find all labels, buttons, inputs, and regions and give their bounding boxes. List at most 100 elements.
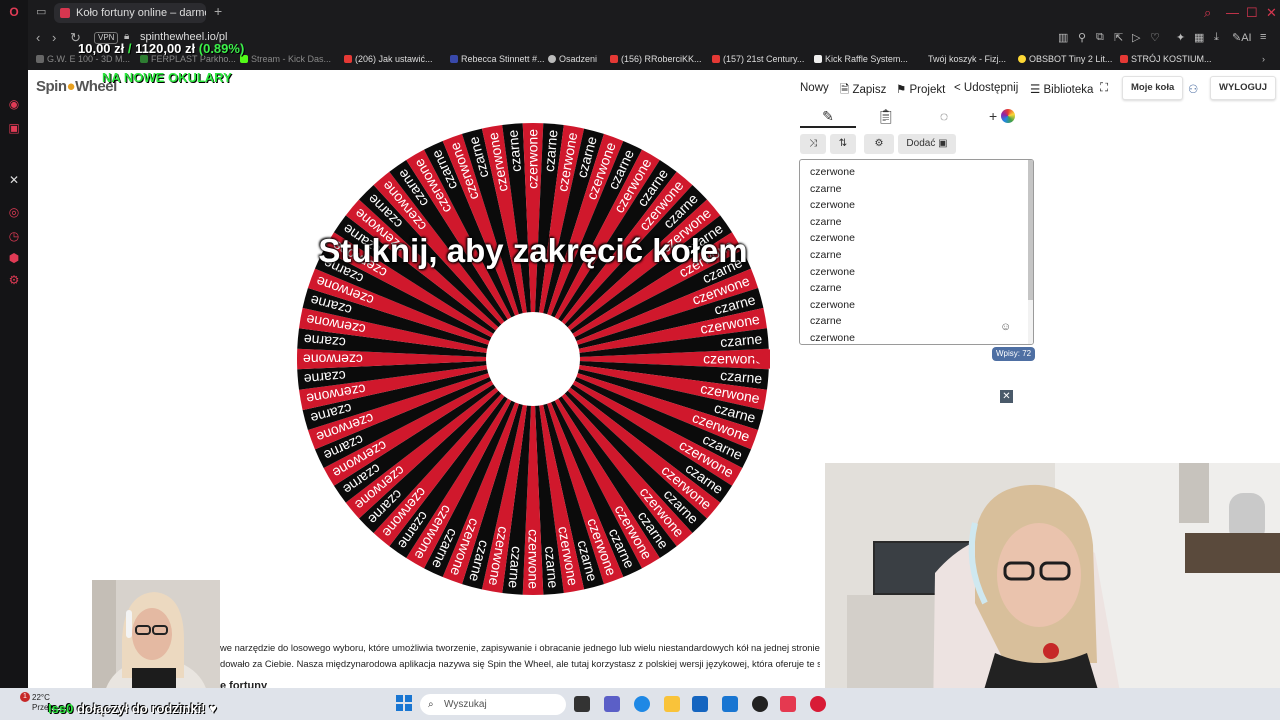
webcam-main [825,463,1280,720]
entries-count-badge: Wpisy: 72 [992,347,1036,361]
extension-icon[interactable]: ▦ [1194,31,1204,44]
close-icon[interactable]: ✕ [1000,390,1013,403]
fullscreen-icon[interactable]: ⛶ [1100,82,1108,95]
project-button[interactable]: ⚑ Projekt [896,82,945,96]
shuffle-icon: ⤨ [809,138,817,149]
pencil-icon: ✎ [822,108,834,124]
x-app-icon[interactable]: ✕ [6,172,22,188]
search-icon: ⌕ [428,699,434,710]
settings-icon[interactable]: ⚙ [6,272,22,288]
bookmark-item[interactable]: (206) Jak ustawić... [344,54,433,64]
webcam-person-image [92,580,220,698]
app-icon[interactable] [780,696,796,712]
windows-start-icon[interactable] [396,695,412,711]
maximize-icon[interactable]: ☐ [1246,5,1258,21]
opera-icon[interactable] [810,696,826,712]
share-button[interactable]: < Udostępnij [954,82,1018,94]
ai-icon[interactable]: ✎AI [1232,31,1252,44]
wheel-segment-label: czerwone [525,129,541,189]
wheel-center-hub[interactable] [486,312,580,406]
bookmark-item[interactable]: (157) 21st Century... [712,54,804,64]
bookmark-item[interactable]: Osadzeni [548,54,597,64]
description-text: we narzędzie do losowego wyboru, które u… [220,642,820,669]
taskbar-search[interactable]: ⌕ Wyszukaj [420,694,566,715]
entry-line: czarne [810,282,842,295]
new-button[interactable]: Nowy [800,82,829,94]
new-tab-button[interactable]: + [214,3,222,19]
minimize-icon[interactable]: — [1226,5,1239,20]
sidebar-app-icon[interactable]: ◎ [6,204,22,220]
section-heading: e fortuny [220,680,268,688]
bookmark-item[interactable]: STRÓJ KOSTIUM... [1120,54,1212,64]
entries-textarea[interactable]: czerwone czarne czerwone czarne czerwone… [799,159,1034,345]
add-image-button[interactable]: Dodać ▣ [898,134,956,154]
file-explorer-icon[interactable] [664,696,680,712]
sidebar-app-icon[interactable]: ▣ [6,120,22,136]
shuffle-button[interactable]: ⤨ [800,134,826,154]
edge-icon[interactable] [634,696,650,712]
snapshot-icon[interactable]: ⧉ [1096,31,1104,44]
wheel-segment-label: czerwone [526,529,542,589]
emoji-icon[interactable]: ☺ [1000,321,1011,333]
entry-line: czarne [810,215,842,228]
bookmark-item[interactable]: Rebecca Stinnett #... [450,54,545,64]
clock-icon[interactable]: ◷ [6,228,22,244]
tab-results[interactable]: 📋︎ [858,108,914,125]
extensions-icon[interactable]: ✦ [1176,31,1185,44]
outlook-icon[interactable] [722,696,738,712]
tab-menu-icon[interactable]: ▭ [36,5,46,18]
clipboard-icon: 📋︎ [877,108,895,124]
search-tabs-icon[interactable]: ⌕ [1204,5,1211,21]
entry-line: czerwone [810,265,855,278]
my-wheels-button[interactable]: Moje koła [1122,76,1184,100]
account-icon[interactable]: ⚇ [1188,82,1198,96]
download-icon[interactable]: ⤓ [1214,31,1219,44]
app-icon[interactable] [752,696,768,712]
scrollbar-thumb[interactable] [1028,160,1033,300]
tap-to-spin-text[interactable]: Stuknij, aby zakręcić kołem [258,232,808,270]
entries-scrollbar[interactable] [1028,160,1033,344]
teams-icon[interactable] [604,696,620,712]
task-view-icon[interactable] [574,696,590,712]
close-window-icon[interactable]: ✕ [1266,5,1277,21]
bookmark-item[interactable]: Kick Raffle System... [814,54,908,64]
tab-bar: ▭ Koło fortuny online – darmo + ⌕ — ☐ ✕ [28,0,1280,26]
goal-title: NA NOWE OKULARY [102,70,232,85]
heart-icon[interactable]: ♡ [1150,31,1160,44]
tab-hidden[interactable]: ◌ [916,108,972,124]
opera-logo-icon[interactable]: O [6,4,22,20]
pin-icon[interactable]: ⚲ [1078,31,1086,44]
sort-button[interactable]: ⇅ [830,134,856,154]
library-button[interactable]: ☰ Biblioteka [1030,82,1093,96]
bookmark-icon [450,55,458,63]
editor-tabs: ✎ 📋︎ ◌ + [800,106,1032,128]
forward-icon[interactable]: › [52,30,56,45]
menu-icon[interactable]: ≡ [1260,31,1266,43]
logout-button[interactable]: WYLOGUJ [1210,76,1277,100]
share-icon[interactable]: ⇱ [1114,31,1123,44]
sidebar-app-icon[interactable]: ⬢ [6,250,22,266]
bookmark-item[interactable]: Stream - Kick Das... [240,54,331,64]
more-bookmarks-icon[interactable]: › [1262,54,1265,64]
store-icon[interactable] [692,696,708,712]
spin-wheel[interactable]: czerwoneczarneczerwoneczarneczerwoneczar… [296,122,770,596]
tab-title: Koło fortuny online – darmo [76,7,206,19]
bookmark-item[interactable]: Twój koszyk - Fizj... [928,54,1006,64]
entry-line: czarne [810,249,842,261]
back-icon[interactable]: ‹ [36,30,40,45]
split-view-icon[interactable]: ▥ [1058,31,1068,44]
bookmark-item[interactable]: (156) RRoberciKK... [610,54,702,64]
bookmark-icon [1018,55,1026,63]
save-button[interactable]: 🗎︎ Zapisz [840,82,886,101]
gear-icon: ⚙ [874,138,884,149]
tab-edit[interactable]: ✎ [800,108,856,125]
page-icon [814,55,822,63]
share-icon: < [954,82,964,94]
bookmark-item[interactable]: OBSBOT Tiny 2 Lit... [1018,54,1112,64]
play-icon[interactable]: ▷ [1132,31,1140,44]
tab-appearance[interactable]: + [974,108,1030,124]
sidebar-app-icon[interactable]: ◉ [6,96,22,112]
webcam-small [92,580,220,698]
tab-active[interactable]: Koło fortuny online – darmo [54,3,206,23]
settings-button[interactable]: ⚙ [864,134,894,154]
